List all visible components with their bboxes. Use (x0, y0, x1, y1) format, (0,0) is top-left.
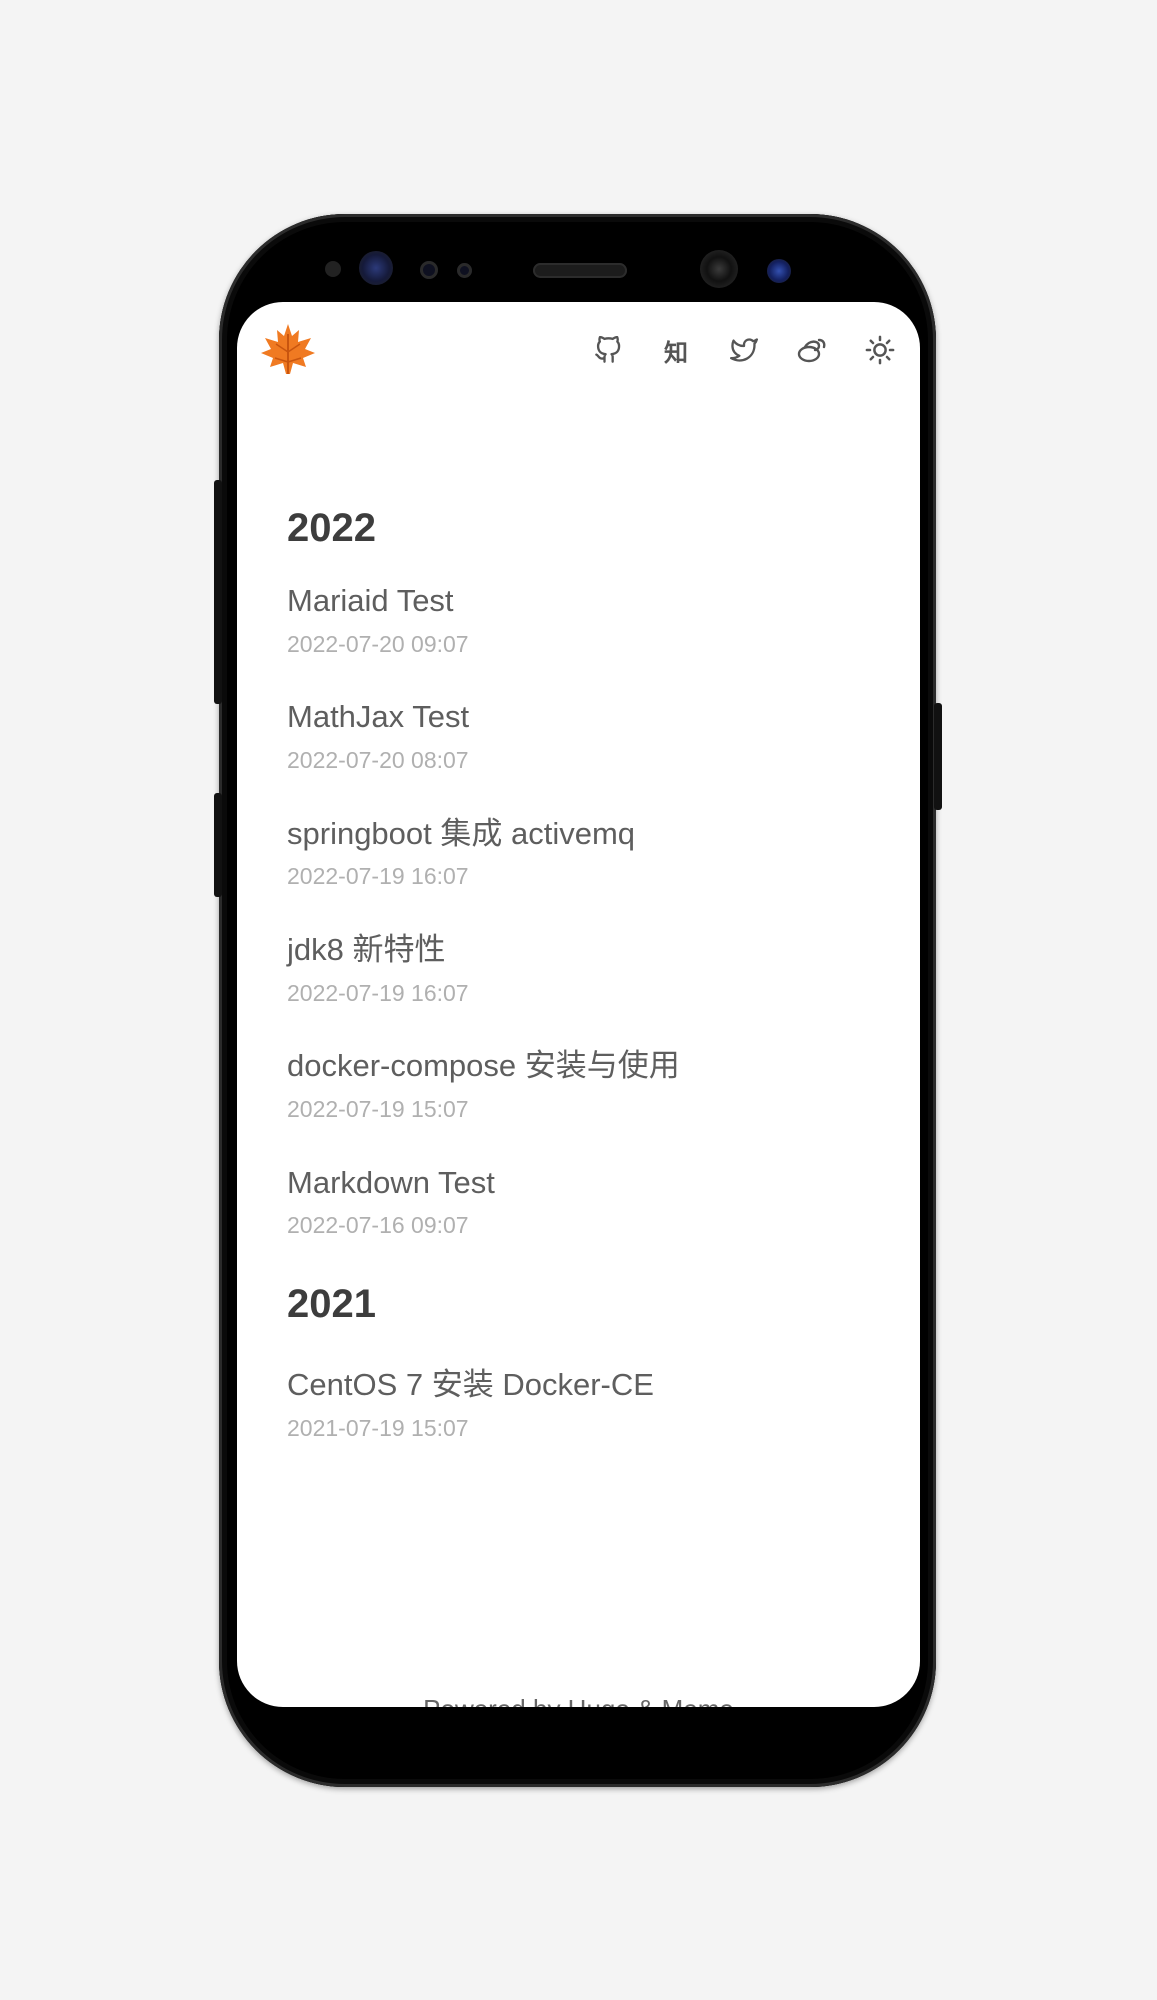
post-title-link[interactable]: Markdown Test (287, 1164, 880, 1203)
earpiece-speaker (533, 263, 627, 278)
light-sensor-2 (457, 263, 472, 278)
proximity-sensor (325, 261, 341, 277)
weibo-icon[interactable] (796, 334, 828, 366)
post-item: CentOS 7 安装 Docker-CE 2021-07-19 15:07 (287, 1366, 880, 1442)
site-header: 知 (237, 302, 920, 398)
post-title-link[interactable]: docker-compose 安装与使用 (287, 1047, 880, 1086)
post-item: docker-compose 安装与使用 2022-07-19 15:07 (287, 1047, 880, 1123)
post-item: Markdown Test 2022-07-16 09:07 (287, 1164, 880, 1240)
post-item: MathJax Test 2022-07-20 08:07 (287, 698, 880, 774)
light-sensor (420, 261, 438, 279)
post-date: 2022-07-19 16:07 (287, 979, 469, 1006)
year-heading: 2022 (287, 506, 376, 550)
archive-list: 2022 Mariaid Test 2022-07-20 09:07 MathJ… (287, 504, 880, 1482)
bixby-button (214, 793, 222, 897)
zhihu-icon[interactable]: 知 (660, 334, 692, 367)
maple-leaf-logo-icon[interactable] (259, 322, 317, 376)
site-footer: Powered by Hugo & Meme (237, 1694, 920, 1707)
post-title-link[interactable]: jdk8 新特性 (287, 931, 880, 970)
year-heading: 2021 (287, 1282, 376, 1327)
twitter-icon[interactable] (728, 334, 760, 366)
post-title-link[interactable]: Mariaid Test (287, 582, 880, 621)
phone-screen: 知 2022 Mariaid Test 2022-07-20 09:07 Mat… (237, 302, 920, 1707)
iris-scanner (359, 251, 393, 285)
post-date: 2022-07-20 08:07 (287, 747, 469, 774)
iris-camera (767, 259, 791, 283)
power-button (934, 703, 942, 810)
social-links: 知 (592, 334, 896, 367)
post-date: 2022-07-16 09:07 (287, 1212, 469, 1239)
post-title-link[interactable]: MathJax Test (287, 698, 880, 737)
github-icon[interactable] (592, 334, 624, 366)
post-date: 2021-07-19 15:07 (287, 1414, 469, 1441)
post-item: springboot 集成 activemq 2022-07-19 16:07 (287, 815, 880, 891)
volume-button (214, 480, 222, 704)
post-item: jdk8 新特性 2022-07-19 16:07 (287, 931, 880, 1007)
front-camera (700, 250, 738, 288)
post-date: 2022-07-20 09:07 (287, 630, 469, 657)
sun-theme-toggle-icon[interactable] (864, 334, 896, 366)
post-date: 2022-07-19 15:07 (287, 1096, 469, 1123)
zhihu-glyph: 知 (664, 338, 688, 367)
post-date: 2022-07-19 16:07 (287, 863, 469, 890)
post-item: Mariaid Test 2022-07-20 09:07 (287, 582, 880, 658)
post-title-link[interactable]: springboot 集成 activemq (287, 815, 880, 854)
post-title-link[interactable]: CentOS 7 安装 Docker-CE (287, 1366, 880, 1405)
